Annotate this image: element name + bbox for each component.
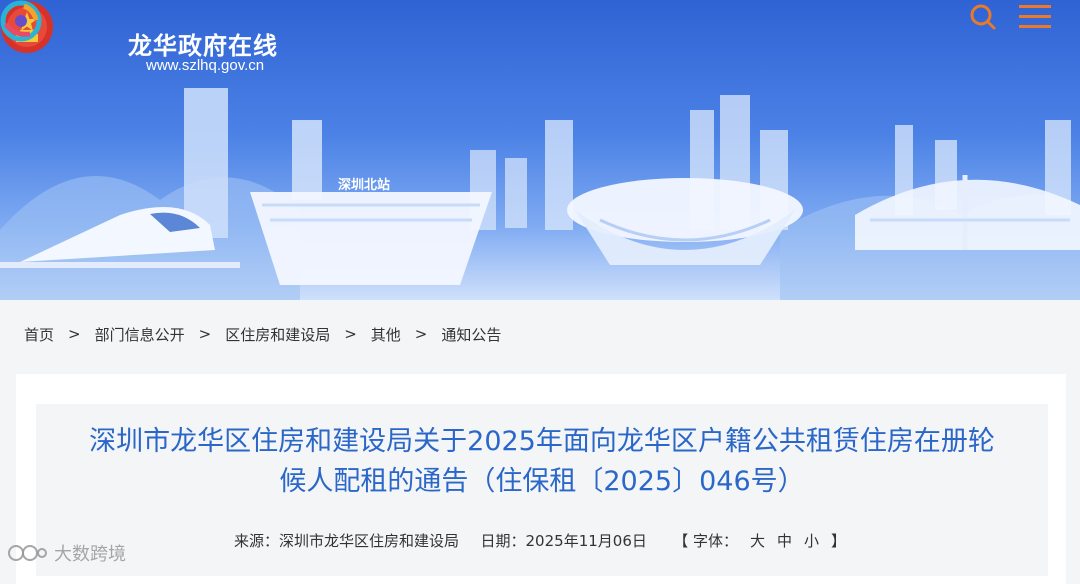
site-name[interactable]: 龙华政府在线 bbox=[128, 26, 278, 61]
breadcrumb-separator: > bbox=[414, 325, 428, 343]
font-size-small-button[interactable]: 小 bbox=[804, 532, 819, 550]
breadcrumb-separator: > bbox=[68, 325, 81, 343]
font-size-large-button[interactable]: 大 bbox=[750, 532, 765, 550]
search-icon[interactable] bbox=[966, 0, 1000, 34]
station-label: 深圳北站 bbox=[338, 178, 391, 193]
article-source: 来源：深圳市龙华区住房和建设局 bbox=[233, 532, 459, 550]
article-date: 日期：2025年11月06日 bbox=[480, 532, 647, 550]
breadcrumb-home[interactable]: 首页 bbox=[24, 324, 54, 345]
breadcrumb-housing-bureau[interactable]: 区住房和建设局 bbox=[225, 324, 330, 345]
breadcrumb-notice[interactable]: 通知公告 bbox=[441, 324, 501, 345]
watermark: 大数跨境 bbox=[8, 540, 126, 566]
header-banner: 龙华政府在线 www.szlhq.gov.cn 深圳北站 bbox=[0, 0, 1080, 300]
breadcrumb: 首页 > 部门信息公开 > 区住房和建设局 > 其他 > 通知公告 bbox=[24, 320, 501, 348]
breadcrumb-dept-info[interactable]: 部门信息公开 bbox=[95, 324, 185, 345]
menu-icon[interactable] bbox=[1018, 0, 1052, 34]
article-meta: 来源：深圳市龙华区住房和建设局 日期：2025年11月06日 【 字体： 大中小】 bbox=[0, 530, 1080, 551]
font-size-label-open: 【 字体： bbox=[673, 532, 738, 550]
longhua-logo-icon bbox=[0, 0, 42, 42]
article-title: 深圳市龙华区住房和建设局关于2025年面向龙华区户籍公共租赁住房在册轮 候人配租… bbox=[36, 422, 1048, 502]
site-url[interactable]: www.szlhq.gov.cn bbox=[146, 57, 264, 74]
article-title-line2: 候人配租的通告（住保租〔2025〕046号） bbox=[279, 466, 805, 497]
article-title-line1: 深圳市龙华区住房和建设局关于2025年面向龙华区户籍公共租赁住房在册轮 bbox=[89, 426, 995, 457]
breadcrumb-separator: > bbox=[198, 325, 212, 343]
font-size-medium-button[interactable]: 中 bbox=[777, 532, 792, 550]
watermark-text: 大数跨境 bbox=[54, 544, 126, 565]
font-size-label-close: 】 bbox=[831, 532, 847, 550]
breadcrumb-other[interactable]: 其他 bbox=[371, 324, 401, 345]
watermark-logo-icon bbox=[8, 545, 47, 561]
breadcrumb-separator: > bbox=[344, 325, 357, 343]
